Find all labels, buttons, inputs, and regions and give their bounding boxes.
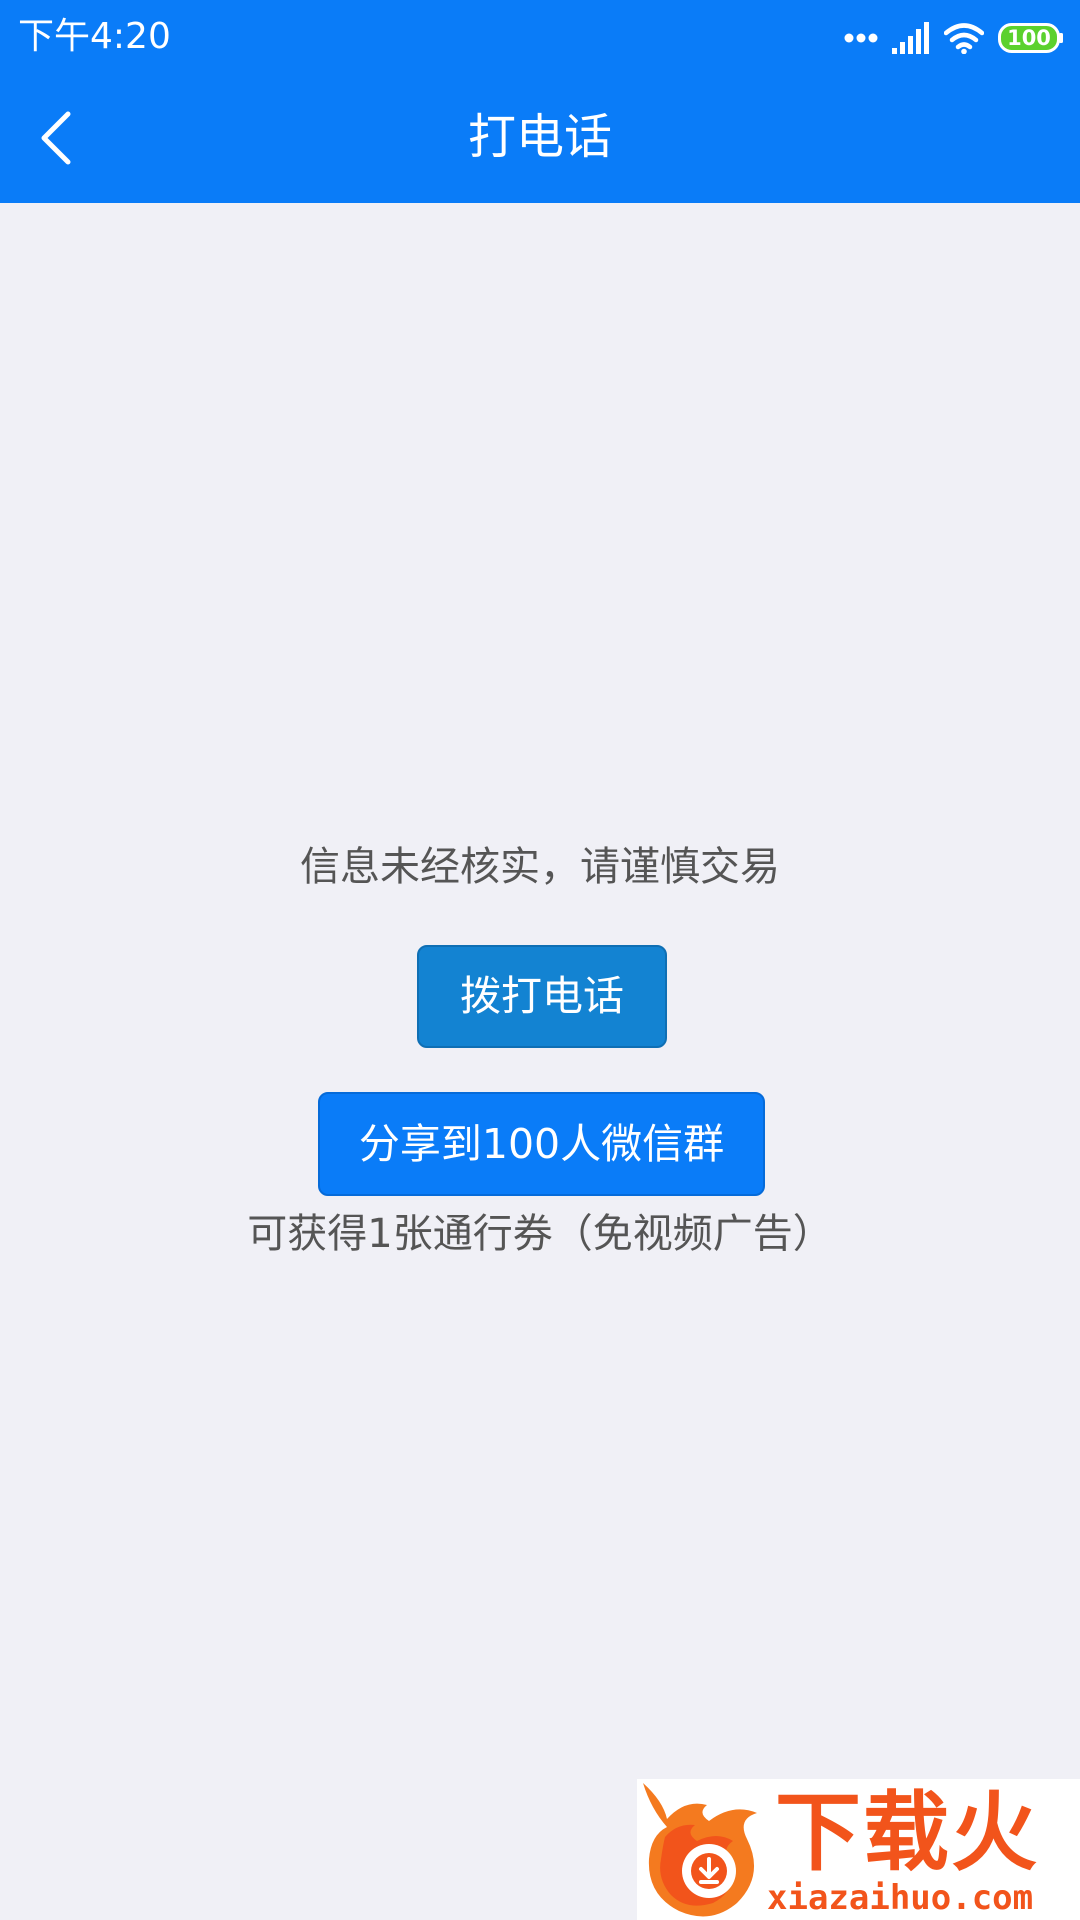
warning-text: 信息未经核实，请谨慎交易 [300, 844, 780, 890]
status-time: 下午4:20 [18, 16, 171, 57]
app-bar: 下午4:20 100 打电话 [0, 0, 1080, 203]
share-wechat-button[interactable]: 分享到100人微信群 [318, 1092, 765, 1196]
battery-icon: 100 [998, 23, 1064, 53]
back-button[interactable] [30, 100, 100, 180]
call-button[interactable]: 拨打电话 [417, 945, 667, 1048]
flame-logo-icon [643, 1783, 757, 1917]
watermark-url: xiazaihuo.com [767, 1878, 1034, 1918]
chevron-left-icon [41, 111, 71, 165]
watermark-brand: 下载火 [775, 1783, 1039, 1883]
battery-level: 100 [1007, 26, 1051, 50]
reward-text: 可获得1张通行券（免视频广告） [247, 1211, 833, 1257]
status-icons: 100 [830, 18, 1064, 58]
status-bar: 下午4:20 100 [0, 0, 1080, 75]
watermark: 下载火 xiazaihuo.com [637, 1779, 1080, 1920]
wifi-icon [944, 22, 984, 54]
page-title: 打电话 [467, 109, 612, 165]
signal-icon [892, 22, 930, 54]
dots-icon [844, 32, 878, 44]
